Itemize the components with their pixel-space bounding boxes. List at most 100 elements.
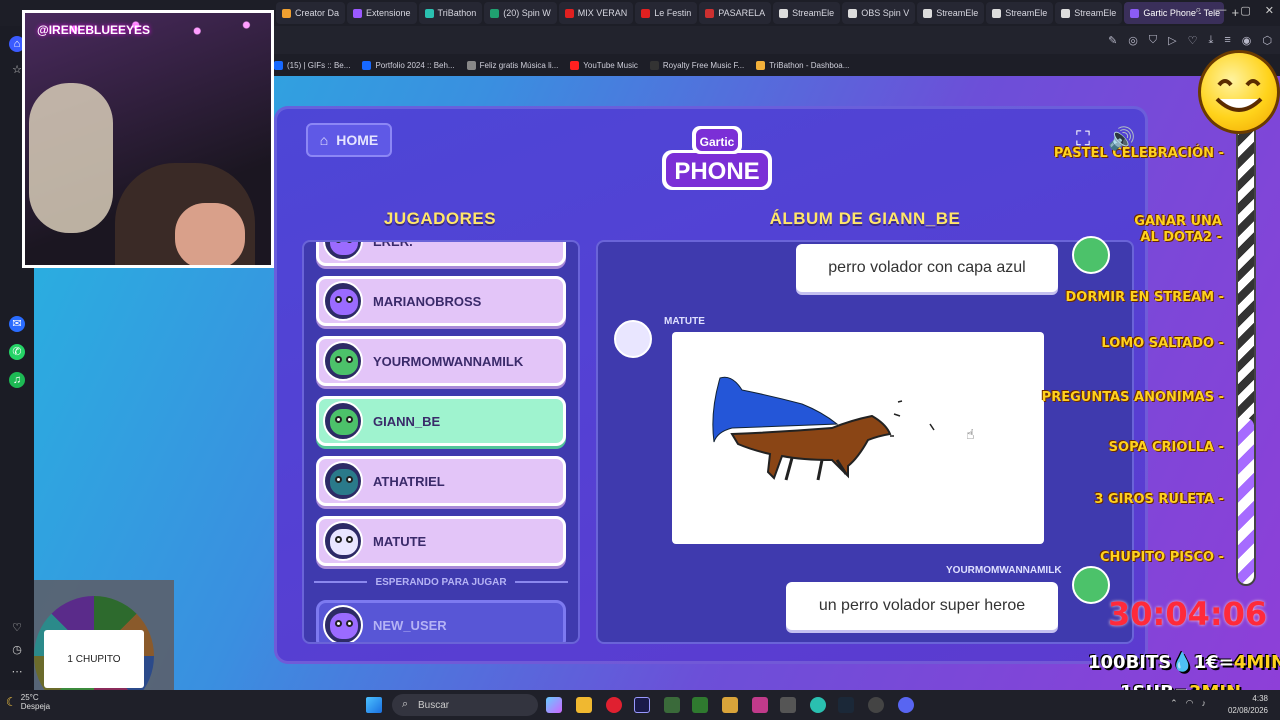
edit-icon[interactable]: ✎ bbox=[1108, 34, 1117, 47]
window-controls: ⌕ — ▢ ✕ bbox=[1195, 4, 1274, 17]
player-avatar bbox=[323, 401, 363, 441]
more-icon[interactable]: ⋯ bbox=[9, 664, 25, 680]
bookmark-item[interactable]: (15) | GIFs :: Be... bbox=[274, 60, 350, 70]
tab-label: StreamEle bbox=[1074, 8, 1117, 18]
player-card[interactable]: ERER. bbox=[316, 240, 566, 266]
tab-favicon-icon bbox=[564, 8, 574, 18]
drawing-canvas bbox=[672, 332, 1044, 544]
player-card[interactable]: GIANN_BE bbox=[316, 396, 566, 446]
browser-tab[interactable]: MIX VERAN bbox=[558, 2, 634, 24]
windows-start-icon[interactable] bbox=[366, 697, 382, 713]
tab-label: StreamEle bbox=[792, 8, 835, 18]
tab-label: (20) Spin W bbox=[503, 8, 551, 18]
logo-bottom-text: PHONE bbox=[674, 158, 759, 185]
app-icon-5[interactable] bbox=[780, 697, 796, 713]
app-icon-1[interactable] bbox=[664, 697, 680, 713]
camera-icon[interactable]: ◎ bbox=[1128, 34, 1138, 47]
messenger-icon[interactable]: ✉ bbox=[9, 316, 25, 332]
heart-icon[interactable]: ♡ bbox=[9, 620, 25, 636]
weather-widget[interactable]: ☾ 25°C Despeja bbox=[6, 693, 50, 711]
bookmark-item[interactable]: YouTube Music bbox=[570, 60, 638, 70]
browser-tab[interactable]: StreamEle bbox=[1055, 2, 1123, 24]
bookmark-item[interactable]: Portfolio 2024 :: Beh... bbox=[362, 60, 455, 70]
browser-tab[interactable]: TriBathon bbox=[418, 2, 483, 24]
tab-favicon-icon bbox=[490, 8, 500, 18]
system-tray: ⌃ ◠ ♪ bbox=[1170, 698, 1206, 709]
flying-dog-drawing bbox=[712, 376, 935, 481]
player-card[interactable]: MATUTE bbox=[316, 516, 566, 566]
reward-item: GANAR UNA bbox=[1134, 214, 1222, 229]
player-card[interactable]: ATHATRIEL bbox=[316, 456, 566, 506]
tab-favicon-icon bbox=[282, 8, 291, 18]
browser-tab[interactable]: Le Festin bbox=[635, 2, 698, 24]
app-icon-6[interactable] bbox=[810, 697, 826, 713]
copilot-icon[interactable] bbox=[546, 697, 562, 713]
player-card[interactable]: MARIANOBROSS bbox=[316, 276, 566, 326]
spotify-icon[interactable]: ♫ bbox=[9, 372, 25, 388]
windows-taskbar: ☾ 25°C Despeja ⌕ Buscar ⌃ ◠ ♪ 4:38 02/08/… bbox=[0, 690, 1280, 720]
tab-label: PASARELA bbox=[718, 8, 766, 18]
chatgpt-icon[interactable] bbox=[868, 697, 884, 713]
menu-icon[interactable]: ≡ bbox=[1224, 34, 1230, 46]
app-icon-2[interactable] bbox=[692, 697, 708, 713]
fullscreen-icon[interactable]: ⛶ bbox=[1076, 128, 1090, 151]
tab-favicon-icon bbox=[1061, 8, 1071, 18]
wifi-icon[interactable]: ◠ bbox=[1186, 698, 1194, 709]
app-icon-3[interactable] bbox=[722, 697, 738, 713]
player-avatar bbox=[323, 461, 363, 501]
whatsapp-icon[interactable]: ✆ bbox=[9, 344, 25, 360]
reward-item: LOMO SALTADO - bbox=[1101, 336, 1224, 351]
steam-icon[interactable] bbox=[838, 697, 854, 713]
file-explorer-icon[interactable] bbox=[576, 697, 592, 713]
bookmark-favicon-icon bbox=[756, 60, 766, 70]
taskbar-clock[interactable]: 4:38 02/08/2026 bbox=[1228, 693, 1268, 717]
bookmark-item[interactable]: Feliz gratis Música li... bbox=[466, 60, 558, 70]
reward-item: AL DOTA2 - bbox=[1140, 230, 1222, 245]
streamer-face bbox=[175, 203, 245, 265]
bookmark-item[interactable]: TriBathon - Dashboa... bbox=[756, 60, 849, 70]
close-icon[interactable]: ✕ bbox=[1265, 4, 1274, 17]
history-icon[interactable]: ◷ bbox=[9, 642, 25, 658]
extensions-icon[interactable]: ⬡ bbox=[1262, 34, 1272, 47]
search-tabs-icon[interactable]: ⌕ bbox=[1195, 4, 1201, 17]
minimize-icon[interactable]: — bbox=[1215, 4, 1226, 17]
heart-icon[interactable]: ♡ bbox=[1188, 34, 1198, 47]
download-icon[interactable]: ⤓ bbox=[1208, 34, 1213, 47]
speaker-icon[interactable]: ♪ bbox=[1202, 698, 1207, 709]
tab-favicon-icon bbox=[1130, 8, 1140, 18]
browser-tab[interactable]: StreamEle bbox=[773, 2, 841, 24]
wheel-result-card: 1 CHUPITO bbox=[44, 630, 144, 688]
browser-tab[interactable]: StreamEle bbox=[986, 2, 1054, 24]
shield-icon[interactable]: ⛉ bbox=[1149, 34, 1157, 47]
browser-tab[interactable]: Extensione bbox=[347, 2, 417, 24]
player-name: ERER. bbox=[373, 240, 413, 249]
volume-icon[interactable]: 🔊 bbox=[1108, 126, 1135, 152]
browser-tab[interactable]: Creator Da bbox=[276, 2, 346, 24]
maximize-icon[interactable]: ▢ bbox=[1240, 4, 1250, 17]
home-button-label: HOME bbox=[336, 132, 379, 148]
players-title: JUGADORES bbox=[383, 209, 497, 228]
home-button[interactable]: ⌂ HOME bbox=[306, 123, 392, 157]
subathon-timer: 30:04:06 bbox=[1108, 595, 1268, 633]
tab-favicon-icon bbox=[992, 8, 1002, 18]
caption-text-first: perro volador con capa azul bbox=[828, 259, 1026, 276]
bookmark-favicon-icon bbox=[649, 60, 659, 70]
waiting-label: ESPERANDO PARA JUGAR bbox=[375, 576, 507, 588]
after-effects-icon[interactable] bbox=[634, 697, 650, 713]
browser-tab[interactable]: (20) Spin W bbox=[484, 2, 557, 24]
discord-icon[interactable] bbox=[898, 697, 914, 713]
app-icon-4[interactable] bbox=[752, 697, 768, 713]
browser-tab[interactable]: PASARELA bbox=[699, 2, 772, 24]
taskbar-search[interactable]: ⌕ Buscar bbox=[392, 694, 538, 716]
play-icon[interactable]: ▷ bbox=[1168, 34, 1176, 47]
chevron-up-icon[interactable]: ⌃ bbox=[1170, 698, 1178, 709]
players-list[interactable]: ERER. MARIANOBROSS YOURMOMWANNAMILK GIANN_B… bbox=[302, 240, 580, 644]
browser-tab[interactable]: OBS Spin V bbox=[842, 2, 916, 24]
caption-text-last: un perro volador super heroe bbox=[818, 597, 1026, 614]
opera-icon[interactable] bbox=[606, 697, 622, 713]
browser-tab[interactable]: StreamEle bbox=[917, 2, 985, 24]
player-card[interactable]: NEW_USER bbox=[316, 600, 566, 642]
player-card[interactable]: YOURMOMWANNAMILK bbox=[316, 336, 566, 386]
bookmark-item[interactable]: Royalty Free Music F... bbox=[649, 60, 744, 70]
profile-icon[interactable]: ◉ bbox=[1242, 34, 1252, 47]
